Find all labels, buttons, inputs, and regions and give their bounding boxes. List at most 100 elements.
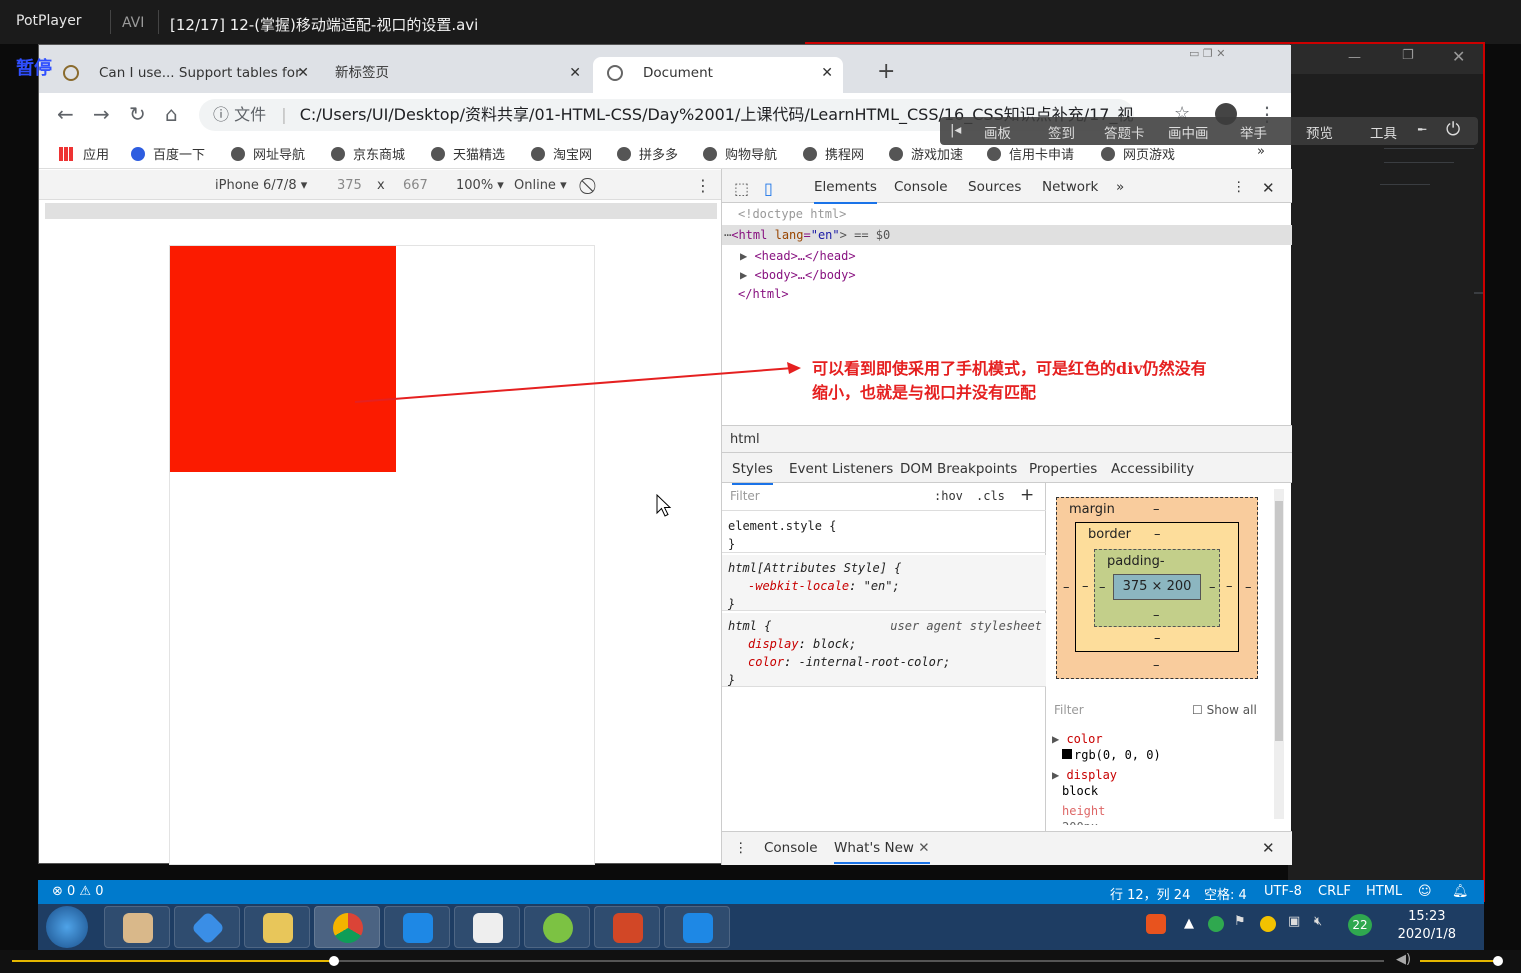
control-item[interactable]: 举手: [1240, 122, 1267, 142]
control-item[interactable]: 答题卡: [1104, 122, 1145, 142]
doctype-node[interactable]: <!doctype html>: [738, 207, 846, 221]
bookmark-item[interactable]: 信用卡申请: [987, 144, 1074, 163]
close-icon[interactable]: ✕: [1452, 47, 1465, 66]
drawer-tab-console[interactable]: Console: [764, 840, 818, 856]
tab-styles[interactable]: Styles: [732, 461, 773, 485]
notification-badge[interactable]: 22: [1348, 914, 1372, 936]
bookmark-item[interactable]: 购物导航: [703, 144, 777, 163]
tab-properties[interactable]: Properties: [1029, 461, 1097, 477]
rule-element-style[interactable]: element.style { }: [722, 513, 1046, 553]
control-item[interactable]: 画中画: [1168, 122, 1209, 142]
head-node[interactable]: ▶ <head>…</head>: [740, 249, 856, 263]
tab-new[interactable]: 新标签页 ✕: [321, 57, 591, 93]
add-rule-button[interactable]: +: [1020, 485, 1034, 505]
control-item[interactable]: 工具: [1370, 122, 1397, 142]
line-ending[interactable]: CRLF: [1318, 884, 1351, 899]
box-model-content[interactable]: 375 × 200: [1113, 574, 1201, 600]
language-mode[interactable]: HTML: [1366, 884, 1402, 899]
bookmark-item[interactable]: 天猫精选: [431, 144, 505, 163]
new-tab-button[interactable]: +: [877, 59, 895, 84]
close-tab-icon[interactable]: ✕: [569, 57, 581, 89]
control-item[interactable]: 预览: [1306, 122, 1333, 142]
bookmark-apps[interactable]: 应用: [59, 144, 109, 163]
window-controls[interactable]: ▭ ❐ ✕: [1189, 47, 1225, 60]
computed-filter-input[interactable]: Filter: [1054, 703, 1084, 717]
back-icon[interactable]: ←: [57, 103, 74, 125]
minimize-icon[interactable]: —: [1348, 50, 1361, 65]
inspect-icon[interactable]: ⬚: [734, 179, 749, 198]
problems-indicator[interactable]: ⊗ 0 ⚠ 0: [52, 884, 104, 899]
close-drawer-icon[interactable]: ✕: [1262, 839, 1275, 857]
close-tab-icon[interactable]: ✕: [821, 57, 833, 89]
volume-handle[interactable]: [1493, 956, 1503, 966]
volume-icon[interactable]: 🔇︎: [1314, 914, 1322, 929]
restore-icon[interactable]: ❐: [1402, 48, 1414, 63]
show-all-checkbox[interactable]: ☐ Show all: [1192, 703, 1257, 717]
hov-button[interactable]: :hov: [934, 489, 963, 503]
more-options-icon[interactable]: ⋮: [695, 176, 711, 195]
more-tabs-icon[interactable]: »: [1116, 179, 1124, 195]
bookmark-item[interactable]: 游戏加速: [889, 144, 963, 163]
box-model-padding[interactable]: padding- – – – 375 × 200: [1094, 549, 1220, 627]
taskbar-app[interactable]: [524, 906, 590, 948]
system-clock[interactable]: 15:23 2020/1/8: [1398, 908, 1456, 944]
tab-caniuse[interactable]: Can I use... Support tables for ✕: [49, 57, 319, 93]
device-select[interactable]: iPhone 6/7/8 ▾: [215, 178, 307, 193]
forward-icon[interactable]: →: [93, 103, 110, 125]
settings-menu-icon[interactable]: ⋮: [1232, 179, 1246, 195]
height-input[interactable]: 667: [403, 178, 428, 193]
encoding[interactable]: UTF-8: [1264, 884, 1302, 899]
rule-user-agent[interactable]: html {user agent stylesheet display: blo…: [722, 613, 1046, 687]
sogou-icon[interactable]: [1146, 914, 1166, 934]
player-menu[interactable]: PotPlayer: [16, 13, 82, 29]
tab-elements[interactable]: Elements: [814, 179, 877, 204]
device-toggle-icon[interactable]: ▯: [764, 179, 773, 198]
tray-icon[interactable]: [1260, 916, 1276, 932]
network-select[interactable]: Online ▾: [514, 178, 567, 193]
reload-icon[interactable]: ↻: [129, 103, 146, 125]
bookmark-item[interactable]: 携程网: [803, 144, 864, 163]
rule-attributes-style[interactable]: html[Attributes Style] { -webkit-locale:…: [722, 555, 1046, 611]
scrollbar-thumb[interactable]: [1275, 501, 1283, 741]
collapse-icon[interactable]: |◂: [950, 122, 961, 138]
bookmark-item[interactable]: 网页游戏: [1101, 144, 1175, 163]
flag-icon[interactable]: ⚑: [1234, 914, 1246, 929]
tab-sources[interactable]: Sources: [968, 179, 1021, 195]
close-devtools-icon[interactable]: ✕: [1262, 179, 1275, 197]
bookmark-item[interactable]: 京东商城: [331, 144, 405, 163]
tab-document[interactable]: Document ✕: [593, 57, 843, 93]
taskbar-app[interactable]: [454, 906, 520, 948]
close-tab-icon[interactable]: ✕: [297, 57, 309, 89]
expand-icon[interactable]: ▶: [740, 268, 754, 282]
tray-icon[interactable]: [1208, 916, 1224, 932]
volume-slider[interactable]: [1420, 960, 1498, 962]
html-node[interactable]: ⋯<html lang="en"> == $0: [722, 225, 1292, 245]
bookmark-item[interactable]: 淘宝网: [531, 144, 592, 163]
box-model-border[interactable]: border – – – – padding- – – – 375 × 200: [1075, 522, 1239, 652]
computed-color[interactable]: ▶ color rgb(0, 0, 0): [1052, 731, 1161, 763]
volume-icon[interactable]: ◀︎): [1396, 952, 1411, 967]
bookmark-item[interactable]: 网址导航: [231, 144, 305, 163]
network-icon[interactable]: ▣: [1288, 914, 1300, 929]
power-icon[interactable]: ⏻: [1446, 119, 1460, 140]
body-node[interactable]: ▶ <body>…</body>: [740, 268, 856, 282]
seek-progress[interactable]: [12, 960, 334, 962]
media-query-ruler[interactable]: [45, 203, 717, 219]
more-bookmarks-icon[interactable]: »: [1257, 144, 1265, 159]
expand-icon[interactable]: ▶: [740, 249, 754, 263]
bell-icon[interactable]: 🔔︎: [1452, 884, 1469, 899]
breadcrumb-html[interactable]: html: [730, 432, 760, 447]
drawer-tab-whats-new[interactable]: What's New ✕: [834, 840, 930, 864]
color-swatch[interactable]: [1062, 749, 1072, 759]
seek-remaining[interactable]: [334, 960, 1384, 962]
tab-dom-breakpoints[interactable]: DOM Breakpoints: [900, 461, 1017, 477]
control-item[interactable]: 签到: [1048, 122, 1075, 142]
styles-filter-input[interactable]: Filter: [730, 489, 760, 503]
taskbar-app[interactable]: [104, 906, 170, 948]
drawer-menu-icon[interactable]: ⋮: [734, 840, 748, 856]
close-tab-icon[interactable]: ✕: [918, 840, 929, 856]
zoom-select[interactable]: 100% ▾: [456, 178, 504, 193]
computed-height[interactable]: height 200px: [1062, 803, 1105, 825]
taskbar-app[interactable]: [384, 906, 450, 948]
taskbar-app[interactable]: [174, 906, 240, 948]
